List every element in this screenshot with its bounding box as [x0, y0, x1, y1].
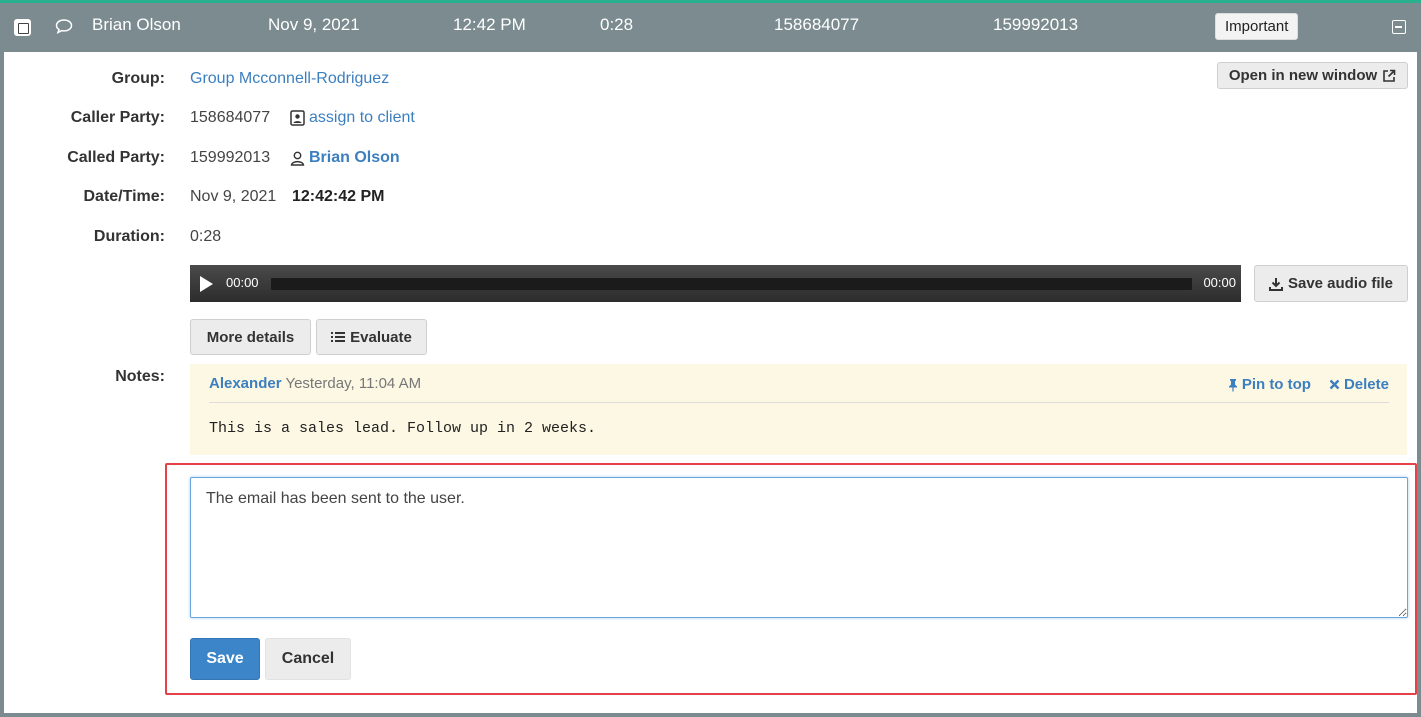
called-number: 159992013	[993, 15, 1079, 34]
note-actions: Pin to top Delete	[1228, 376, 1389, 393]
delete-note-label: Delete	[1343, 376, 1389, 393]
pin-to-top-link[interactable]: Pin to top	[1228, 376, 1311, 393]
assign-client-label: assign to client	[309, 109, 415, 126]
save-button[interactable]: Save	[190, 638, 260, 680]
comment-icon[interactable]	[55, 18, 73, 39]
group-link[interactable]: Group Mcconnell-Rodriguez	[190, 70, 389, 88]
external-link-icon	[1383, 69, 1396, 82]
save-audio-button[interactable]: Save audio file	[1254, 265, 1408, 302]
caller-party-value: 158684077	[190, 109, 271, 126]
download-icon	[1268, 277, 1283, 291]
delete-note-link[interactable]: Delete	[1329, 376, 1389, 393]
pin-to-top-label: Pin to top	[1241, 376, 1311, 393]
date-value: Nov 9, 2021	[190, 188, 277, 205]
audio-total-time: 00:00	[1203, 275, 1236, 290]
group-label: Group:	[111, 70, 165, 87]
time-value: 12:42:42 PM	[292, 188, 385, 205]
duration-value: 0:28	[190, 228, 222, 245]
caller-party-label: Caller Party:	[70, 109, 165, 126]
caller-number: 158684077	[774, 15, 860, 34]
called-party-value: 159992013	[190, 149, 271, 166]
play-icon[interactable]	[200, 276, 213, 292]
called-user-link[interactable]: Brian Olson	[290, 149, 400, 167]
call-duration: 0:28	[600, 15, 634, 34]
call-row-header[interactable]: Brian Olson Nov 9, 2021 12:42 PM 0:28 15…	[0, 0, 1421, 52]
audio-current-time: 00:00	[226, 275, 259, 290]
cancel-button[interactable]: Cancel	[265, 638, 351, 680]
important-badge[interactable]: Important	[1215, 13, 1299, 40]
checkbox-icon[interactable]	[14, 19, 31, 36]
note-header: Alexander Yesterday, 11:04 AM	[209, 375, 421, 392]
contact-card-icon	[290, 110, 305, 126]
call-time: 12:42 PM	[453, 15, 526, 34]
audio-progress-bar[interactable]	[271, 278, 1192, 290]
called-user-name: Brian Olson	[309, 149, 400, 166]
note-text: This is a sales lead. Follow up in 2 wee…	[209, 420, 597, 437]
audio-player[interactable]: 00:00 00:00	[190, 265, 1241, 302]
called-party-label: Called Party:	[67, 149, 165, 166]
more-details-button[interactable]: More details	[190, 319, 311, 355]
note-timestamp: Yesterday, 11:04 AM	[285, 375, 422, 392]
collapse-icon[interactable]	[1392, 20, 1406, 34]
assign-client-link[interactable]: assign to client	[290, 109, 415, 127]
save-audio-label: Save audio file	[1287, 275, 1394, 292]
notes-label: Notes:	[115, 368, 165, 385]
evaluate-label: Evaluate	[350, 328, 412, 346]
note-item: Alexander Yesterday, 11:04 AM Pin to top…	[190, 364, 1407, 455]
open-new-window-button[interactable]: Open in new window	[1217, 62, 1408, 89]
list-icon	[331, 332, 346, 342]
delete-icon	[1329, 379, 1340, 390]
evaluate-button[interactable]: Evaluate	[316, 319, 427, 355]
datetime-label: Date/Time:	[83, 188, 165, 205]
open-new-window-label: Open in new window	[1228, 67, 1378, 84]
new-note-textarea[interactable]	[190, 477, 1408, 618]
duration-label: Duration:	[93, 228, 165, 245]
pin-icon	[1228, 378, 1237, 391]
note-divider	[209, 402, 1389, 403]
user-icon	[290, 151, 305, 166]
call-date: Nov 9, 2021	[268, 15, 360, 34]
note-author[interactable]: Alexander	[209, 375, 282, 392]
caller-name: Brian Olson	[92, 15, 181, 34]
